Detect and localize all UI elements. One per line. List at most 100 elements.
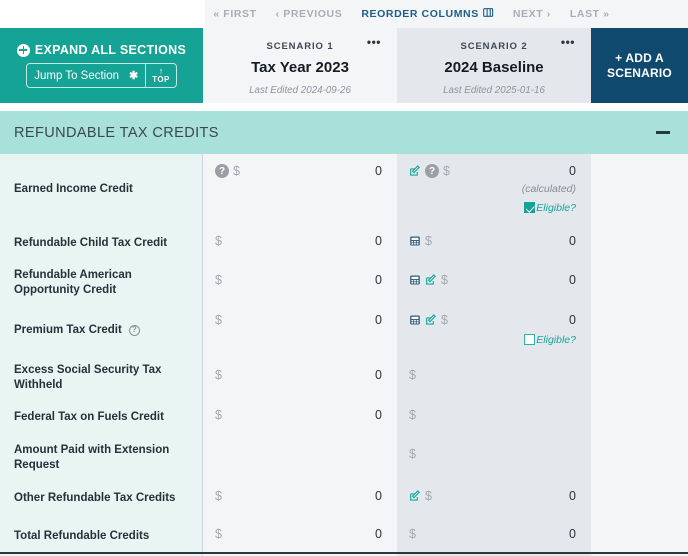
cell-amount: 0 [375, 489, 382, 503]
currency-symbol: $ [409, 368, 416, 382]
cell-amount: 0 [375, 273, 382, 287]
section-title: REFUNDABLE TAX CREDITS [14, 124, 219, 141]
expand-all-sections-button[interactable]: EXPAND ALL SECTIONS [16, 43, 187, 57]
cell-scenario-1[interactable]: $0 [203, 398, 397, 437]
calculator-icon[interactable] [409, 314, 421, 326]
cell-scenario-2[interactable]: $0 [397, 263, 591, 303]
refundable-tax-credits-table: Earned Income Credit? $0? $0 (calculated) El… [0, 154, 688, 556]
edit-icon[interactable] [425, 274, 437, 286]
pagination-link-label: LAST » [569, 8, 610, 20]
cell-scenario-2[interactable]: $0 [397, 224, 591, 263]
row-tail-spacer [591, 479, 688, 517]
row-tail-spacer [591, 398, 688, 437]
row-label-cell: Other Refundable Tax Credits [0, 479, 203, 517]
row-tail-spacer [591, 224, 688, 263]
value-line: $0 [409, 231, 576, 251]
value-line: $0 [409, 270, 576, 290]
cell-scenario-1[interactable]: $0 [203, 224, 397, 263]
pagination-link-label: ‹ PREVIOUS [275, 8, 343, 20]
row-label: Federal Tax on Fuels Credit [14, 411, 164, 424]
pagination-link-label: REORDER COLUMNS [361, 8, 479, 20]
cell-scenario-2[interactable]: $0 [397, 479, 591, 517]
row-label-cell: Premium Tax Credit? [0, 303, 203, 358]
row-label: Total Refundable Credits [14, 530, 150, 543]
calculator-icon[interactable] [409, 235, 421, 247]
row-label: Refundable American Opportunity Credit [14, 269, 132, 296]
pagination-previous-link[interactable]: ‹ PREVIOUS [276, 8, 343, 20]
value-line: $0 [409, 486, 576, 506]
help-icon[interactable]: ? [215, 164, 229, 178]
cell-scenario-1[interactable]: $0 [203, 263, 397, 303]
scenario-1-last-edited: Last Edited 2024-09-26 [249, 85, 351, 96]
row-tail-spacer [591, 358, 688, 398]
pagination-links: « FIRST ‹ PREVIOUS REORDER COLUMNS NEXT › LA… [205, 0, 688, 28]
cell-scenario-1[interactable]: $0 [203, 479, 397, 517]
row-label: Other Refundable Tax Credits [14, 491, 176, 504]
calculator-icon[interactable] [409, 274, 421, 286]
cell-scenario-2[interactable]: $ [397, 398, 591, 444]
eligible-checkbox-group[interactable]: Eligible? [409, 332, 576, 347]
cell-amount: 0 [569, 234, 576, 248]
cell-scenario-2[interactable]: $ [397, 437, 591, 483]
edit-icon[interactable] [409, 490, 421, 502]
value-line: $0 [215, 310, 382, 330]
sidebar-header: EXPAND ALL SECTIONS Jump To Section ✱ ↑ … [0, 28, 203, 103]
cell-scenario-2[interactable]: ? $0 (calculated) Eligible? [397, 154, 591, 224]
expand-all-sections-label: EXPAND ALL SECTIONS [34, 43, 187, 57]
cell-scenario-2[interactable]: $ [397, 358, 591, 404]
pagination-next-link[interactable]: NEXT › [513, 8, 551, 20]
currency-symbol: $ [215, 489, 222, 503]
cell-scenario-1[interactable]: $0 [203, 517, 397, 556]
edit-icon[interactable] [409, 165, 421, 177]
eligible-checkbox[interactable] [524, 202, 536, 213]
ellipsis-icon[interactable]: ••• [367, 36, 381, 48]
scenario-column-header-1[interactable]: SCENARIO 1 ••• Tax Year 2023 Last Edited… [203, 28, 397, 103]
currency-symbol: $ [215, 408, 222, 422]
question-circle-icon[interactable]: ? [128, 325, 140, 336]
cell-scenario-1[interactable] [203, 437, 397, 479]
add-scenario-button[interactable]: + ADD A SCENARIO [591, 28, 688, 103]
scenario-2-number: SCENARIO 2 [460, 41, 528, 52]
table-row: Amount Paid with Extension Request $ [0, 437, 688, 483]
edit-icon[interactable] [425, 314, 437, 326]
currency-symbol: $ [441, 313, 448, 327]
table-row: Refundable American Opportunity Credit $0… [0, 263, 688, 303]
cell-icon-group [409, 314, 437, 326]
eligible-checkbox-group[interactable]: Eligible? [409, 200, 576, 215]
currency-symbol: $ [409, 527, 416, 541]
pagination-last-link[interactable]: LAST » [570, 8, 610, 20]
currency-symbol: $ [215, 368, 222, 382]
pagination-first-link[interactable]: « FIRST [213, 8, 256, 20]
row-label: Refundable Child Tax Credit [14, 237, 168, 250]
jump-to-section-select[interactable]: Jump To Section ✱ [27, 64, 145, 87]
cell-amount: 0 [375, 164, 382, 178]
table-row: Other Refundable Tax Credits $0 $0 [0, 479, 688, 517]
currency-symbol: $ [215, 273, 222, 287]
columns-icon [482, 7, 494, 21]
value-line: $0 [215, 365, 382, 385]
cell-amount: 0 [569, 164, 576, 178]
currency-symbol: $ [443, 164, 450, 178]
cell-scenario-1[interactable]: ? $0 [203, 154, 397, 224]
scenario-1-number: SCENARIO 1 [266, 41, 334, 52]
value-line [215, 444, 382, 464]
ellipsis-icon[interactable]: ••• [561, 36, 575, 48]
eligible-label: Eligible? [536, 333, 576, 346]
scenario-header-row: EXPAND ALL SECTIONS Jump To Section ✱ ↑ … [0, 28, 688, 103]
help-icon[interactable]: ? [425, 164, 439, 178]
section-header-refundable-tax-credits[interactable]: REFUNDABLE TAX CREDITS [0, 111, 688, 154]
minus-icon[interactable] [656, 131, 670, 134]
scroll-to-top-button[interactable]: ↑ TOP [145, 64, 176, 87]
scenario-column-header-2[interactable]: SCENARIO 2 ••• 2024 Baseline Last Edited… [397, 28, 591, 103]
cell-icon-group: ? [409, 164, 439, 178]
cell-scenario-1[interactable]: $0 [203, 303, 397, 358]
topbar-spacer [0, 0, 205, 28]
cell-scenario-2[interactable]: $0 [397, 517, 591, 556]
scenario-2-name: 2024 Baseline [444, 59, 544, 76]
pagination-reordercolumns-link[interactable]: REORDER COLUMNS [361, 7, 494, 21]
cell-scenario-2[interactable]: $0 Eligible? [397, 303, 591, 358]
cell-scenario-1[interactable]: $0 [203, 358, 397, 398]
cell-amount: 0 [569, 527, 576, 541]
cell-amount: 0 [375, 313, 382, 327]
eligible-checkbox[interactable] [524, 334, 536, 345]
